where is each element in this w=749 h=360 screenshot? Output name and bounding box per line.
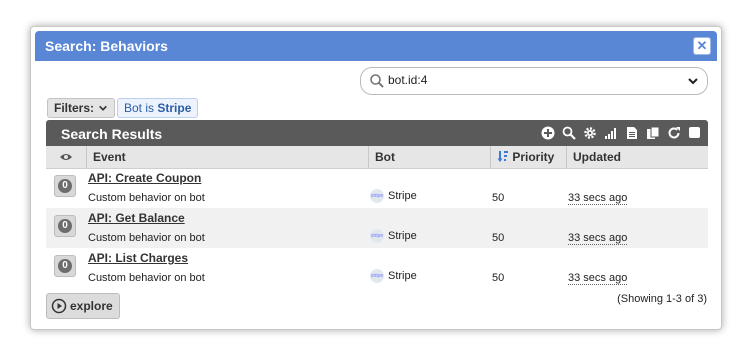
column-event[interactable]: Event <box>86 146 368 168</box>
priority-value: 50 <box>492 192 505 204</box>
table-row[interactable]: 0 API: Create Coupon Custom behavior on … <box>46 168 708 208</box>
bot-cell: stripe Stripe <box>370 269 417 283</box>
event-link[interactable]: API: Create Coupon <box>88 171 201 185</box>
play-circle-icon <box>51 298 67 314</box>
sort-desc-icon <box>497 151 508 162</box>
priority-value: 50 <box>492 232 505 244</box>
chevron-down-icon <box>99 105 107 111</box>
column-priority-label: Priority <box>512 150 555 164</box>
bot-cell: stripe Stripe <box>370 189 417 203</box>
bot-name: Stripe <box>388 190 417 202</box>
count-badge[interactable]: 0 <box>54 255 76 277</box>
dialog-title: Search: Behaviors <box>45 38 168 54</box>
bot-name: Stripe <box>388 270 417 282</box>
explore-button[interactable]: explore <box>46 293 120 319</box>
results-toolbar <box>540 125 702 140</box>
checkbox-icon[interactable] <box>687 125 702 140</box>
filters-button[interactable]: Filters: <box>47 98 116 118</box>
search-dialog: Search: Behaviors ✕ Filters: Bot is Stri… <box>30 26 722 330</box>
event-link[interactable]: API: List Charges <box>88 251 188 265</box>
event-link[interactable]: API: Get Balance <box>88 211 185 225</box>
filter-chip-value: Stripe <box>157 101 192 115</box>
column-priority[interactable]: Priority <box>490 146 566 168</box>
filters-label: Filters: <box>54 101 95 115</box>
event-description: Custom behavior on bot <box>88 272 205 284</box>
chevron-down-icon[interactable] <box>687 75 699 87</box>
table-row[interactable]: 0 API: Get Balance Custom behavior on bo… <box>46 208 708 248</box>
gear-icon[interactable] <box>582 125 597 140</box>
results-header: Search Results <box>46 120 708 146</box>
stripe-logo: stripe <box>370 189 384 203</box>
results-title: Search Results <box>61 126 163 142</box>
close-icon: ✕ <box>696 38 708 53</box>
results-count: (Showing 1-3 of 3) <box>617 293 707 305</box>
event-description: Custom behavior on bot <box>88 192 205 204</box>
search-icon <box>370 74 384 88</box>
search-icon[interactable] <box>561 125 576 140</box>
bar-chart-icon[interactable] <box>603 125 618 140</box>
count-badge[interactable]: 0 <box>54 175 76 197</box>
table-row[interactable]: 0 API: List Charges Custom behavior on b… <box>46 248 708 288</box>
updated-time: 33 secs ago <box>568 272 628 285</box>
search-input[interactable] <box>388 73 668 87</box>
event-description: Custom behavior on bot <box>88 232 205 244</box>
priority-value: 50 <box>492 272 505 284</box>
copy-icon[interactable] <box>645 125 660 140</box>
column-bot[interactable]: Bot <box>368 146 490 168</box>
explore-label: explore <box>70 299 113 313</box>
stripe-logo: stripe <box>370 229 384 243</box>
bot-name: Stripe <box>388 230 417 242</box>
eye-icon <box>60 154 72 160</box>
column-updated[interactable]: Updated <box>566 146 708 168</box>
dialog-titlebar[interactable]: Search: Behaviors ✕ <box>35 31 717 61</box>
filter-chip-bot[interactable]: Bot is Stripe <box>117 98 199 118</box>
eye-column[interactable] <box>46 146 86 168</box>
document-icon[interactable] <box>624 125 639 140</box>
filter-chip-prefix: Bot is <box>124 101 155 115</box>
table-header: Event Bot Priority Updated <box>46 146 708 169</box>
bot-cell: stripe Stripe <box>370 229 417 243</box>
updated-time: 33 secs ago <box>568 192 628 205</box>
updated-time: 33 secs ago <box>568 232 628 245</box>
count-badge[interactable]: 0 <box>54 215 76 237</box>
add-icon[interactable] <box>540 125 555 140</box>
search-field[interactable] <box>360 67 708 95</box>
close-button[interactable]: ✕ <box>693 37 711 55</box>
refresh-icon[interactable] <box>666 125 681 140</box>
stripe-logo: stripe <box>370 269 384 283</box>
